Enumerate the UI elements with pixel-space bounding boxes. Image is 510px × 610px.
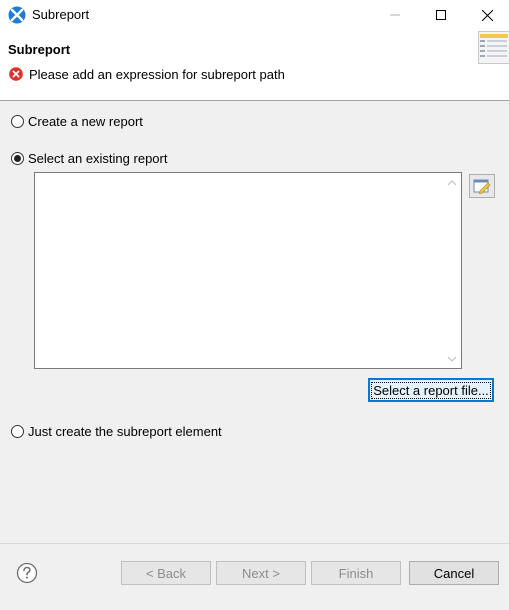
cancel-label: Cancel <box>433 565 475 581</box>
next-button[interactable]: Next > <box>216 561 306 585</box>
minimize-icon <box>390 14 400 16</box>
next-label: Next > <box>242 565 280 581</box>
minimize-button[interactable] <box>372 0 418 30</box>
option-label: Select an existing report <box>28 151 168 166</box>
cancel-button[interactable]: Cancel <box>409 561 499 585</box>
scroll-down-icon[interactable] <box>447 355 457 363</box>
footer-divider <box>0 543 510 544</box>
radio-button[interactable] <box>11 115 24 128</box>
scroll-up-icon[interactable] <box>447 179 457 187</box>
wizard-report-icon <box>478 31 510 64</box>
select-report-file-label: Select a report file... <box>371 381 491 399</box>
subreport-expression-field[interactable] <box>34 172 462 369</box>
title-bar: Subreport <box>0 0 510 30</box>
finish-label: Finish <box>338 565 374 581</box>
error-icon <box>9 67 23 81</box>
expression-editor-button[interactable] <box>469 174 495 198</box>
back-button[interactable]: < Back <box>121 561 211 585</box>
help-icon[interactable] <box>16 562 38 584</box>
page-title: Subreport <box>8 42 71 57</box>
window-title: Subreport <box>32 7 90 22</box>
radio-button[interactable] <box>11 425 24 438</box>
option-create-new-report[interactable]: Create a new report <box>11 114 143 129</box>
option-select-existing-report[interactable]: Select an existing report <box>11 151 167 166</box>
option-just-create-element[interactable]: Just create the subreport element <box>11 424 222 439</box>
close-icon <box>481 9 493 21</box>
subreport-dialog: Subreport Subreport Please add an expres… <box>0 0 510 610</box>
expression-editor-icon <box>473 179 491 194</box>
wizard-header: Subreport Please add an expression for s… <box>0 30 510 101</box>
maximize-icon <box>436 10 446 20</box>
close-button[interactable] <box>464 0 510 30</box>
select-report-file-button[interactable]: Select a report file... <box>368 378 494 402</box>
app-icon <box>8 6 26 24</box>
maximize-button[interactable] <box>418 0 464 30</box>
option-label: Just create the subreport element <box>28 424 222 439</box>
option-label: Create a new report <box>28 114 143 129</box>
radio-button[interactable] <box>11 152 24 165</box>
error-message: Please add an expression for subreport p… <box>29 67 285 82</box>
finish-button[interactable]: Finish <box>311 561 401 585</box>
back-label: < Back <box>145 565 187 581</box>
vertical-scrollbar[interactable] <box>444 173 461 368</box>
